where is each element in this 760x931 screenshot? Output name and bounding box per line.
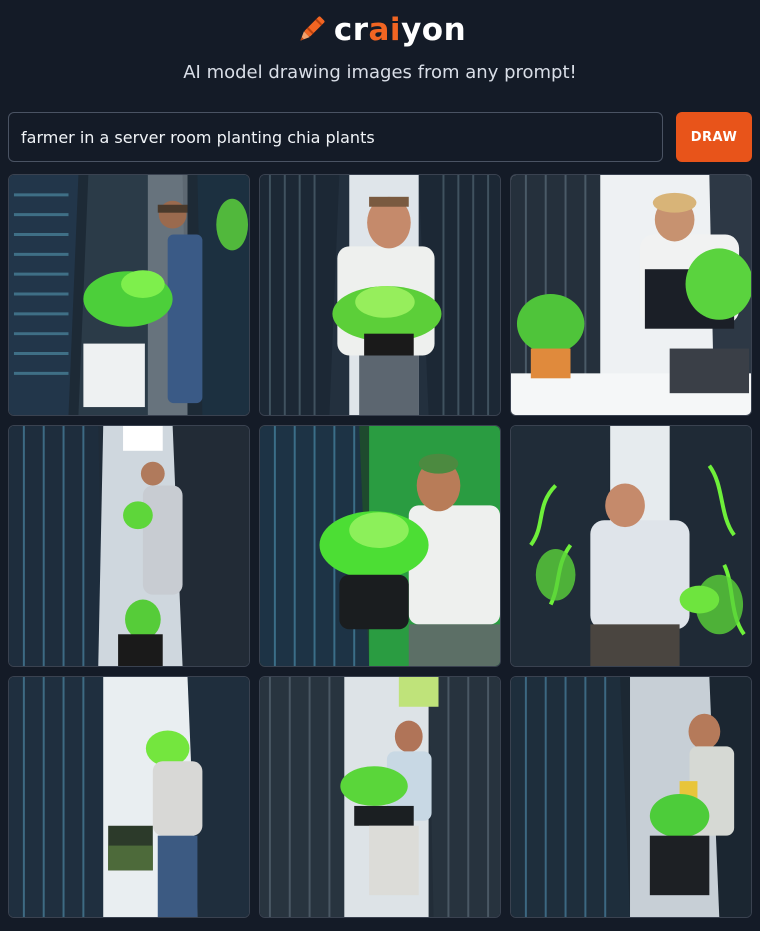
image-7-art bbox=[9, 677, 249, 917]
generated-image-8[interactable] bbox=[259, 676, 501, 918]
prompt-form: DRAW bbox=[8, 112, 752, 162]
generated-image-3[interactable] bbox=[510, 174, 752, 416]
image-1-art bbox=[9, 175, 249, 415]
logo-text-suffix: yon bbox=[401, 12, 467, 48]
crayon-pencil-icon bbox=[300, 16, 325, 41]
generated-image-1[interactable] bbox=[8, 174, 250, 416]
tagline: AI model drawing images from any prompt! bbox=[183, 62, 577, 83]
generated-image-4[interactable] bbox=[8, 425, 250, 667]
image-6-art bbox=[511, 426, 751, 666]
image-4-art bbox=[9, 426, 249, 666]
logo-text-accent: ai bbox=[368, 12, 402, 48]
image-8-art bbox=[260, 677, 500, 917]
craiyon-page: craiyon AI model drawing images from any… bbox=[0, 0, 760, 931]
image-2-art bbox=[260, 175, 500, 415]
generated-image-9[interactable] bbox=[510, 676, 752, 918]
prompt-input[interactable] bbox=[8, 112, 663, 162]
image-3-art bbox=[511, 175, 751, 415]
generated-image-7[interactable] bbox=[8, 676, 250, 918]
image-9-art bbox=[511, 677, 751, 917]
logo-text: craiyon bbox=[334, 10, 466, 50]
generated-image-6[interactable] bbox=[510, 425, 752, 667]
draw-button[interactable]: DRAW bbox=[676, 112, 752, 162]
image-5-art bbox=[260, 426, 500, 666]
logo-text-prefix: cr bbox=[333, 12, 369, 48]
generated-image-2[interactable] bbox=[259, 174, 501, 416]
image-results-grid bbox=[8, 174, 752, 918]
craiyon-logo[interactable]: craiyon bbox=[0, 10, 760, 50]
generated-image-5[interactable] bbox=[259, 425, 501, 667]
